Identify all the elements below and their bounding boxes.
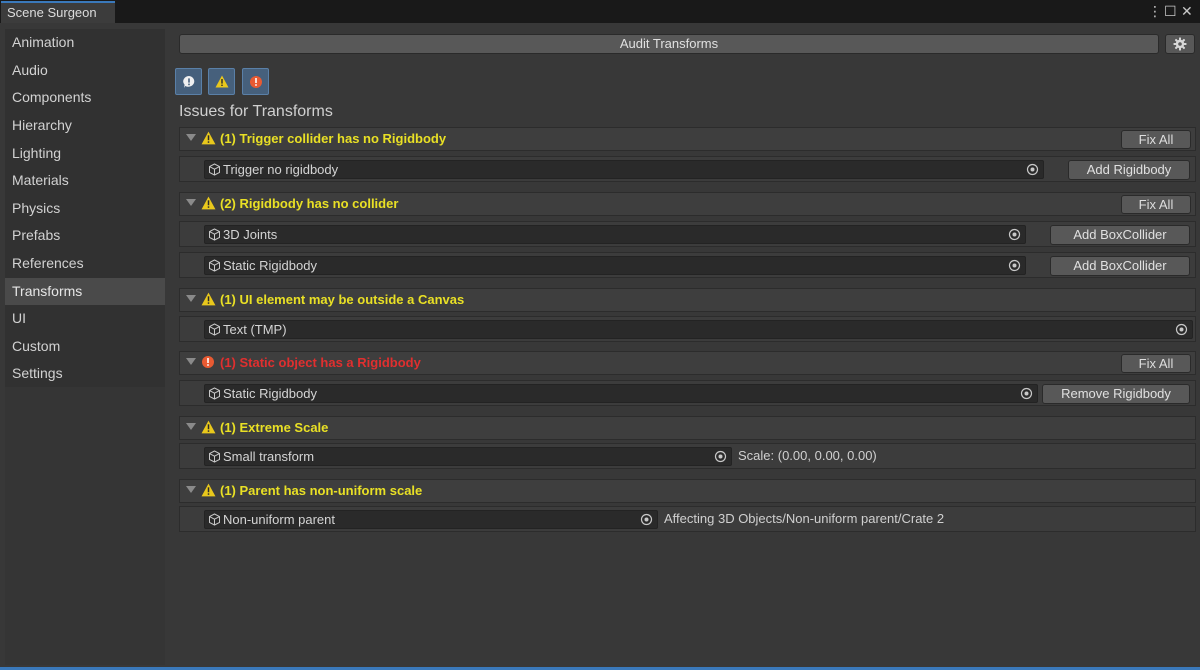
- settings-button[interactable]: [1165, 34, 1195, 54]
- gameobject-cube-icon: [209, 259, 220, 272]
- add-rigidbody-button[interactable]: Add Rigidbody: [1068, 160, 1190, 180]
- sidebar-item-animation[interactable]: Animation: [5, 29, 165, 56]
- foldout-chevron-icon[interactable]: [186, 486, 196, 493]
- issue-row: Static Rigidbody Remove Rigidbody: [179, 380, 1196, 406]
- foldout-chevron-icon[interactable]: [186, 423, 196, 430]
- fix-all-button[interactable]: Fix All: [1121, 354, 1191, 373]
- sidebar-empty-area: [5, 387, 165, 665]
- close-icon[interactable]: ✕: [1181, 2, 1193, 20]
- object-picker-icon[interactable]: [1008, 228, 1021, 241]
- sidebar-item-materials[interactable]: Materials: [5, 167, 165, 194]
- maximize-icon[interactable]: ☐: [1164, 2, 1177, 20]
- warning-icon: [215, 75, 228, 88]
- object-name: Trigger no rigidbody: [223, 162, 339, 177]
- fix-all-button[interactable]: Fix All: [1121, 130, 1191, 149]
- object-picker-icon[interactable]: [1008, 259, 1021, 272]
- issue-row: Non-uniform parent Affecting 3D Objects/…: [179, 506, 1196, 532]
- gameobject-cube-icon: [209, 513, 220, 526]
- kebab-menu-icon[interactable]: ⋮: [1148, 2, 1162, 20]
- object-picker-icon[interactable]: [714, 450, 727, 463]
- object-picker-icon[interactable]: [1020, 387, 1033, 400]
- object-field[interactable]: Non-uniform parent: [204, 510, 658, 529]
- window-tab[interactable]: Scene Surgeon: [1, 1, 115, 23]
- object-name: Static Rigidbody: [223, 386, 317, 401]
- issue-header-ui-outside-canvas[interactable]: (1) UI element may be outside a Canvas: [179, 288, 1196, 312]
- filter-info-toggle[interactable]: [175, 68, 202, 95]
- object-field[interactable]: 3D Joints: [204, 225, 1026, 244]
- issue-title: (1) UI element may be outside a Canvas: [220, 292, 465, 307]
- gameobject-cube-icon: [209, 450, 220, 463]
- issue-title: (1) Static object has a Rigidbody: [220, 355, 421, 370]
- error-icon: [249, 75, 262, 88]
- issue-row: Text (TMP): [179, 316, 1196, 342]
- warning-icon: [201, 196, 216, 210]
- issue-header-trigger-no-rigidbody[interactable]: (1) Trigger collider has no Rigidbody Fi…: [179, 127, 1196, 151]
- warning-icon: [201, 483, 216, 497]
- sidebar-item-lighting[interactable]: Lighting: [5, 140, 165, 167]
- object-name: Small transform: [223, 449, 315, 464]
- gameobject-cube-icon: [209, 163, 220, 176]
- gameobject-cube-icon: [209, 387, 220, 400]
- object-picker-icon[interactable]: [640, 513, 653, 526]
- scale-info-label: Scale: (0.00, 0.00, 0.00): [738, 448, 877, 463]
- object-field[interactable]: Static Rigidbody: [204, 256, 1026, 275]
- audit-button[interactable]: Audit Transforms: [179, 34, 1159, 54]
- fix-all-button[interactable]: Fix All: [1121, 195, 1191, 214]
- issue-header-static-has-rigidbody[interactable]: (1) Static object has a Rigidbody Fix Al…: [179, 351, 1196, 375]
- sidebar-item-transforms[interactable]: Transforms: [5, 278, 165, 305]
- remove-rigidbody-button[interactable]: Remove Rigidbody: [1042, 384, 1190, 404]
- issue-header-extreme-scale[interactable]: (1) Extreme Scale: [179, 416, 1196, 440]
- warning-icon: [201, 292, 216, 306]
- sidebar-item-custom[interactable]: Custom: [5, 333, 165, 360]
- title-bar: Scene Surgeon ⋮ ☐ ✕: [0, 0, 1200, 24]
- gameobject-cube-icon: [209, 228, 220, 241]
- object-name: 3D Joints: [223, 227, 278, 242]
- object-field[interactable]: Small transform: [204, 447, 732, 466]
- issue-header-non-uniform-parent[interactable]: (1) Parent has non-uniform scale: [179, 479, 1196, 503]
- sidebar-item-settings[interactable]: Settings: [5, 360, 165, 387]
- category-sidebar: Animation Audio Components Hierarchy Lig…: [5, 29, 165, 387]
- sidebar-item-hierarchy[interactable]: Hierarchy: [5, 112, 165, 139]
- info-icon: [182, 75, 194, 88]
- affecting-info-label: Affecting 3D Objects/Non-uniform parent/…: [664, 511, 945, 526]
- object-picker-icon[interactable]: [1175, 323, 1188, 336]
- issue-row: Small transform Scale: (0.00, 0.00, 0.00…: [179, 443, 1196, 469]
- foldout-chevron-icon[interactable]: [186, 358, 196, 365]
- sidebar-item-physics[interactable]: Physics: [5, 195, 165, 222]
- object-name: Non-uniform parent: [223, 512, 335, 527]
- issue-row: 3D Joints Add BoxCollider: [179, 221, 1196, 247]
- sidebar-item-ui[interactable]: UI: [5, 305, 165, 332]
- filter-error-toggle[interactable]: [242, 68, 269, 95]
- issue-title: (1) Parent has non-uniform scale: [220, 483, 423, 498]
- filter-warning-toggle[interactable]: [208, 68, 235, 95]
- foldout-chevron-icon[interactable]: [186, 295, 196, 302]
- object-field[interactable]: Trigger no rigidbody: [204, 160, 1044, 179]
- main-panel: [170, 28, 1200, 665]
- warning-icon: [201, 420, 216, 434]
- issue-header-rigidbody-no-collider[interactable]: (2) Rigidbody has no collider Fix All: [179, 192, 1196, 216]
- sidebar-item-references[interactable]: References: [5, 250, 165, 277]
- error-icon: [202, 356, 214, 368]
- issue-title: (1) Trigger collider has no Rigidbody: [220, 131, 447, 146]
- add-boxcollider-button[interactable]: Add BoxCollider: [1050, 256, 1190, 276]
- issue-row: Trigger no rigidbody Add Rigidbody: [179, 156, 1196, 182]
- sidebar-item-components[interactable]: Components: [5, 84, 165, 111]
- object-picker-icon[interactable]: [1026, 163, 1039, 176]
- issues-title: Issues for Transforms: [179, 103, 333, 120]
- sidebar-item-audio[interactable]: Audio: [5, 57, 165, 84]
- sidebar-item-prefabs[interactable]: Prefabs: [5, 222, 165, 249]
- issue-title: (1) Extreme Scale: [220, 420, 329, 435]
- issue-row: Static Rigidbody Add BoxCollider: [179, 252, 1196, 278]
- gear-icon: [1173, 37, 1187, 51]
- object-name: Static Rigidbody: [223, 258, 317, 273]
- add-boxcollider-button[interactable]: Add BoxCollider: [1050, 225, 1190, 245]
- foldout-chevron-icon[interactable]: [186, 199, 196, 206]
- issue-title: (2) Rigidbody has no collider: [220, 196, 399, 211]
- object-name: Text (TMP): [223, 322, 287, 337]
- gameobject-cube-icon: [209, 323, 220, 336]
- object-field[interactable]: Text (TMP): [204, 320, 1193, 339]
- object-field[interactable]: Static Rigidbody: [204, 384, 1038, 403]
- warning-icon: [201, 131, 216, 145]
- foldout-chevron-icon[interactable]: [186, 134, 196, 141]
